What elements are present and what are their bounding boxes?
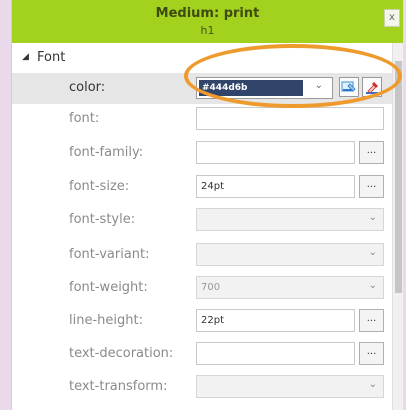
close-button[interactable]: x [384, 9, 400, 27]
font-variant-select[interactable]: ⌄ [196, 243, 384, 266]
text-decoration-input[interactable] [196, 342, 355, 365]
property-row-color[interactable]: color: #444d6b ⌄ [12, 73, 392, 104]
chevron-down-icon: ⌄ [368, 379, 377, 390]
property-label: font: [69, 111, 100, 126]
line-height-browse-button[interactable]: ... [359, 309, 384, 332]
chevron-down-icon: ⌄ [368, 212, 377, 223]
text-decoration-browse-button[interactable]: ... [359, 342, 384, 365]
property-label: font-family: [69, 145, 144, 160]
property-row-font-variant[interactable]: font-variant: ⌄ [12, 240, 392, 271]
vertical-scrollbar[interactable] [392, 43, 403, 410]
chevron-down-icon: ⌄ [314, 80, 323, 91]
close-icon: x [389, 12, 395, 23]
text-transform-select[interactable]: ⌄ [196, 375, 384, 398]
color-value: #444d6b [199, 80, 303, 96]
font-weight-select[interactable]: 700 ⌄ [196, 276, 384, 299]
property-row-text-decoration[interactable]: text-decoration: ... [12, 339, 392, 370]
property-label: font-style: [69, 212, 136, 227]
color-dropdown[interactable]: #444d6b ⌄ [196, 77, 333, 99]
eyedropper-icon [366, 82, 378, 94]
scrollbar-thumb[interactable] [395, 61, 402, 293]
property-label: font-weight: [69, 280, 148, 295]
panel-titlebar: Medium: print h1 x [12, 0, 403, 43]
property-label: font-variant: [69, 247, 150, 262]
font-family-input[interactable] [196, 141, 355, 164]
font-style-select[interactable]: ⌄ [196, 208, 384, 231]
eyedropper-button[interactable] [362, 77, 382, 97]
font-size-input[interactable]: 24pt [196, 175, 355, 198]
property-label: text-decoration: [69, 346, 174, 361]
color-picker-icon [341, 81, 356, 92]
property-row-font-size[interactable]: font-size: 24pt ... [12, 172, 392, 203]
property-label: line-height: [69, 313, 143, 328]
property-label: font-size: [69, 179, 130, 194]
property-label: text-transform: [69, 379, 168, 394]
style-properties-panel: Medium: print h1 x ◢ Font color: #444d6b… [11, 0, 403, 410]
section-label: Font [37, 50, 66, 65]
field-value: 700 [201, 282, 221, 293]
font-section-header[interactable]: ◢ Font [12, 50, 392, 68]
triangle-down-icon: ◢ [22, 52, 29, 62]
panel-title: Medium: print [155, 6, 260, 21]
field-value: 22pt [201, 315, 224, 326]
font-size-browse-button[interactable]: ... [359, 175, 384, 198]
property-row-text-transform[interactable]: text-transform: ⌄ [12, 372, 392, 403]
property-row-font[interactable]: font: [12, 104, 392, 135]
panel-subtitle: h1 [200, 24, 215, 37]
property-row-font-weight[interactable]: font-weight: 700 ⌄ [12, 273, 392, 304]
property-row-font-family[interactable]: font-family: ... [12, 138, 392, 169]
line-height-input[interactable]: 22pt [196, 309, 355, 332]
field-value: 24pt [201, 181, 224, 192]
chevron-down-icon: ⌄ [368, 280, 377, 291]
color-picker-button[interactable] [339, 77, 359, 97]
property-row-line-height[interactable]: line-height: 22pt ... [12, 306, 392, 337]
chevron-down-icon: ⌄ [368, 247, 377, 258]
property-label: color: [69, 80, 106, 95]
font-family-browse-button[interactable]: ... [359, 141, 384, 164]
property-row-font-style[interactable]: font-style: ⌄ [12, 205, 392, 236]
font-input[interactable] [196, 107, 384, 130]
